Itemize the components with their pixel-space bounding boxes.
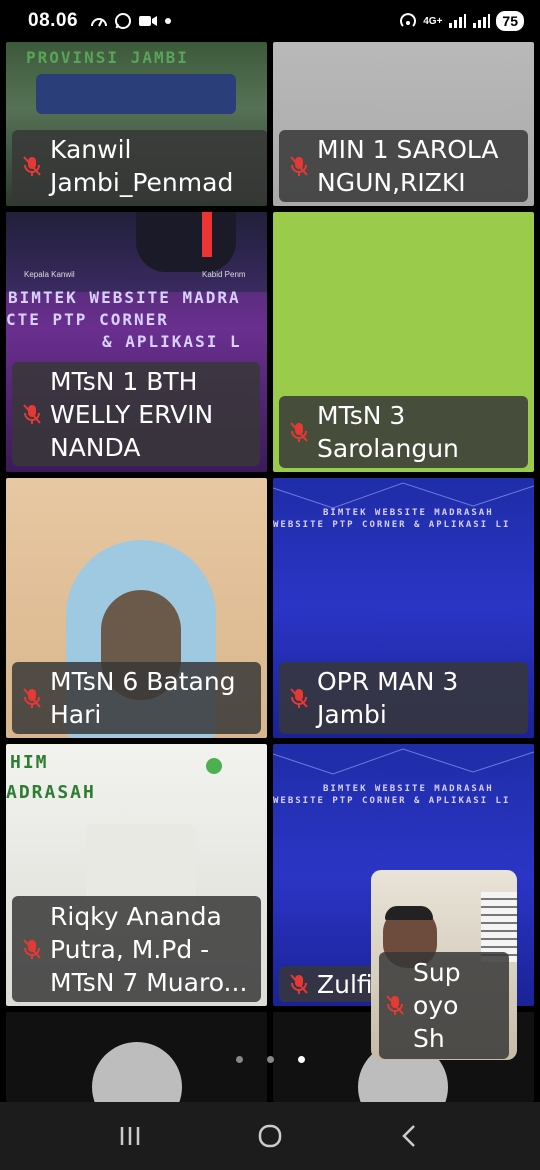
mic-off-icon bbox=[290, 974, 308, 994]
pip-cap bbox=[385, 906, 433, 920]
participant-name-line: NGUN,RIZKI bbox=[317, 168, 466, 197]
participant-tile-min1[interactable]: MIN 1 SAROLA NGUN,RIZKI bbox=[273, 42, 534, 206]
caption-right: Kabid Penm bbox=[202, 270, 246, 279]
banner-line: BIMTEK WEBSITE MADRASAH bbox=[323, 784, 494, 794]
pip-label: Sup oyo Sh bbox=[379, 952, 509, 1059]
participant-tile-mtsn3[interactable]: MTsN 3 Sarolangun bbox=[273, 212, 534, 472]
participant-name-line: Sarolangun bbox=[317, 434, 459, 463]
page-dot-active[interactable] bbox=[298, 1056, 305, 1063]
banner-line: HIM bbox=[10, 752, 49, 773]
participant-label: MTsN 6 Batang Hari bbox=[12, 662, 261, 734]
tie bbox=[202, 212, 212, 257]
participant-name-line: OPR MAN 3 bbox=[317, 667, 459, 696]
participant-tile-mtsn6[interactable]: MTsN 6 Batang Hari bbox=[6, 478, 267, 738]
participant-name-line: WELLY ERVIN bbox=[50, 399, 214, 429]
participant-name-line: Riqky Ananda bbox=[50, 901, 222, 931]
signal-icon-2 bbox=[473, 14, 491, 28]
banner-line: BIMTEK WEBSITE MADRASAH bbox=[323, 508, 494, 518]
network-type: 4G+ bbox=[423, 15, 443, 27]
mic-off-icon bbox=[386, 995, 404, 1015]
participant-name-line: MIN 1 SAROLA bbox=[317, 135, 499, 164]
banner-line: ADRASAH bbox=[6, 782, 96, 803]
participant-tile-kanwil[interactable]: PROVINSI JAMBI Kanwil Jambi_Penmad bbox=[6, 42, 267, 206]
pip-name-line: Sh bbox=[413, 1024, 445, 1053]
banner-line: WEBSITE PTP CORNER & APLIKASI LI bbox=[273, 520, 511, 530]
participant-name-line: Jambi_Penmad bbox=[50, 168, 234, 197]
page-dot[interactable] bbox=[236, 1056, 243, 1063]
participant-tile-mtsn1[interactable]: Kepala Kanwil Kabid Penm BIMTEK WEBSITE … bbox=[6, 212, 267, 472]
whatsapp-icon bbox=[115, 13, 132, 29]
participant-name-line: Putra, M.Pd - bbox=[50, 934, 210, 964]
system-nav-bar bbox=[0, 1102, 540, 1170]
participant-name-line: MTsN 7 Muaro... bbox=[50, 967, 248, 997]
home-icon bbox=[258, 1124, 282, 1148]
banner-line: CTE PTP CORNER bbox=[6, 310, 169, 329]
participant-name-line: Jambi bbox=[317, 700, 387, 729]
status-bar: 08.06 4G+ 75 bbox=[0, 0, 540, 42]
mic-off-icon bbox=[290, 422, 308, 442]
back-icon bbox=[402, 1125, 415, 1147]
participant-name-line: NANDA bbox=[50, 432, 141, 462]
home-button[interactable] bbox=[250, 1116, 290, 1156]
speedometer-icon bbox=[91, 18, 108, 27]
participant-name-line: Hari bbox=[50, 700, 102, 729]
participant-tile-riqky[interactable]: HIM ADRASAH Riqky Ananda Putra, M.Pd - M… bbox=[6, 744, 267, 1006]
tile-banner-text: PROVINSI JAMBI bbox=[26, 48, 189, 67]
banner-line: WEBSITE PTP CORNER & APLIKASI LI bbox=[273, 796, 511, 806]
participant-name-line: Kanwil bbox=[50, 135, 132, 164]
background-chairs bbox=[36, 74, 236, 114]
page-dot[interactable] bbox=[267, 1056, 274, 1063]
self-view-pip[interactable]: Sup oyo Sh bbox=[371, 870, 517, 1060]
participant-name-line: MTsN 6 Batang bbox=[50, 667, 236, 696]
hotspot-icon bbox=[400, 13, 417, 27]
pip-name-line: Sup bbox=[413, 958, 461, 987]
mic-off-icon bbox=[23, 939, 41, 959]
participant-label: Kanwil Jambi_Penmad bbox=[12, 130, 267, 202]
mic-off-icon bbox=[290, 156, 308, 176]
participant-label: MTsN 1 BTH WELLY ERVIN NANDA bbox=[12, 362, 260, 466]
caption-left: Kepala Kanwil bbox=[24, 270, 75, 279]
signal-icon bbox=[449, 14, 467, 28]
banner-line: & APLIKASI L bbox=[102, 332, 242, 351]
logo-icon bbox=[206, 758, 222, 774]
participant-label: MTsN 3 Sarolangun bbox=[279, 396, 528, 468]
status-time: 08.06 bbox=[28, 10, 79, 31]
pip-name-line: oyo bbox=[413, 991, 459, 1020]
mic-off-icon bbox=[23, 688, 41, 708]
participant-label: MIN 1 SAROLA NGUN,RIZKI bbox=[279, 130, 528, 202]
mic-off-icon bbox=[290, 688, 308, 708]
back-button[interactable] bbox=[390, 1116, 430, 1156]
mic-off-icon bbox=[23, 404, 41, 424]
network-graphic bbox=[273, 748, 534, 775]
battery-level: 75 bbox=[496, 11, 524, 31]
participant-tile-opr-man3[interactable]: BIMTEK WEBSITE MADRASAH WEBSITE PTP CORN… bbox=[273, 478, 534, 738]
participant-label: OPR MAN 3 Jambi bbox=[279, 662, 528, 734]
presenter-photos: Kepala Kanwil Kabid Penm bbox=[6, 212, 267, 292]
notification-dot-icon bbox=[165, 18, 172, 24]
participant-name-line: MTsN 3 bbox=[317, 401, 406, 430]
banner-line: BIMTEK WEBSITE MADRA bbox=[8, 288, 241, 307]
recent-apps-button[interactable] bbox=[110, 1116, 150, 1156]
mic-off-icon bbox=[23, 156, 41, 176]
recent-apps-icon bbox=[120, 1127, 140, 1145]
participant-name-line: MTsN 1 BTH bbox=[50, 366, 198, 396]
participant-label: Riqky Ananda Putra, M.Pd - MTsN 7 Muaro.… bbox=[12, 896, 261, 1002]
video-camera-icon bbox=[139, 16, 158, 26]
page-indicator[interactable] bbox=[236, 1056, 305, 1063]
